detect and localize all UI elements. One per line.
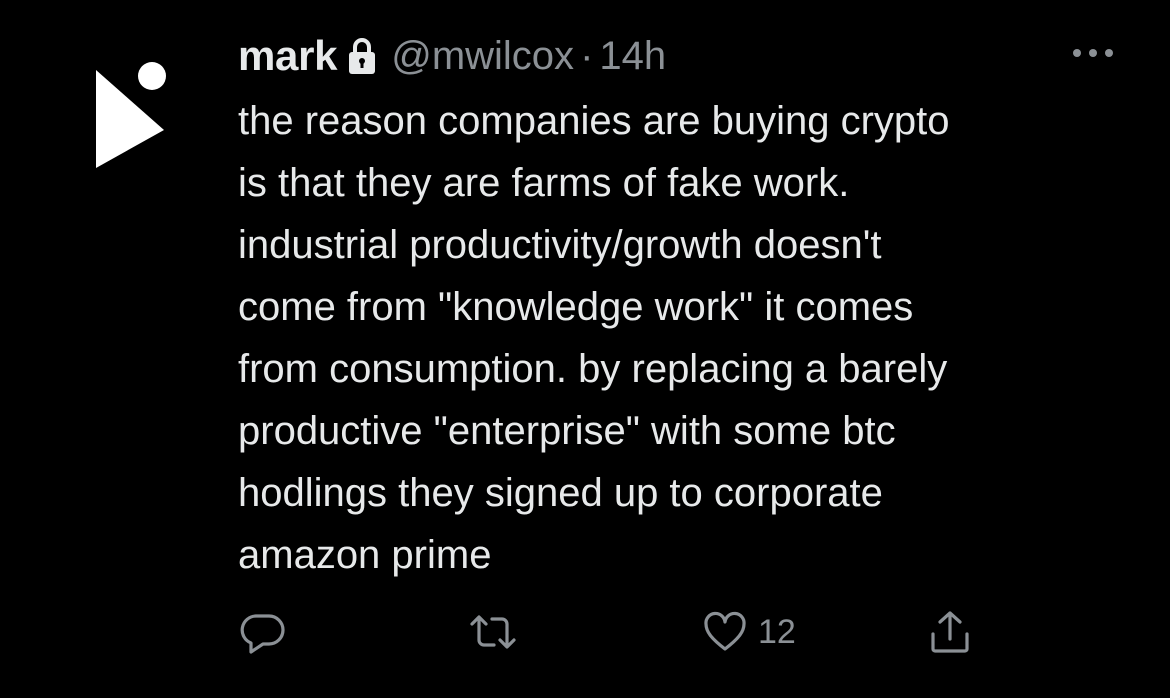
like-button[interactable]: 12 xyxy=(702,604,796,660)
tweet-text-line: from consumption. by replacing a barely xyxy=(238,347,948,391)
heart-icon xyxy=(704,611,746,651)
tweet-actions: 12 xyxy=(238,604,998,660)
reply-icon xyxy=(240,614,285,654)
tweet-text-line: amazon prime xyxy=(238,533,492,577)
tweet-text-line: hodlings they signed up to corporate xyxy=(238,471,883,515)
like-count: 12 xyxy=(758,612,796,651)
retweet-button[interactable] xyxy=(466,604,520,660)
share-button[interactable] xyxy=(926,604,974,660)
avatar[interactable] xyxy=(88,56,174,174)
retweet-icon xyxy=(470,615,516,649)
reply-button[interactable] xyxy=(238,604,288,660)
tweet: mark @mwilcox · 14h the reason companies… xyxy=(0,0,1170,698)
share-icon xyxy=(931,611,969,653)
display-name[interactable]: mark xyxy=(238,32,338,80)
separator-dot: · xyxy=(580,33,594,78)
tweet-header: mark @mwilcox · 14h xyxy=(238,30,666,82)
tweet-text-line: industrial productivity/growth doesn't xyxy=(238,223,882,267)
lock-icon xyxy=(347,36,377,76)
tweet-text: the reason companies are buying crypto i… xyxy=(238,90,1138,586)
user-handle[interactable]: @mwilcox xyxy=(391,34,574,79)
tweet-text-line: the reason companies are buying crypto xyxy=(238,99,950,143)
avatar-logo-icon xyxy=(96,62,166,168)
more-icon[interactable] xyxy=(1071,46,1115,58)
tweet-time[interactable]: 14h xyxy=(599,34,666,79)
tweet-text-line: is that they are farms of fake work. xyxy=(238,161,850,205)
tweet-text-line: productive "enterprise" with some btc xyxy=(238,409,896,453)
tweet-text-line: come from "knowledge work" it comes xyxy=(238,285,914,329)
